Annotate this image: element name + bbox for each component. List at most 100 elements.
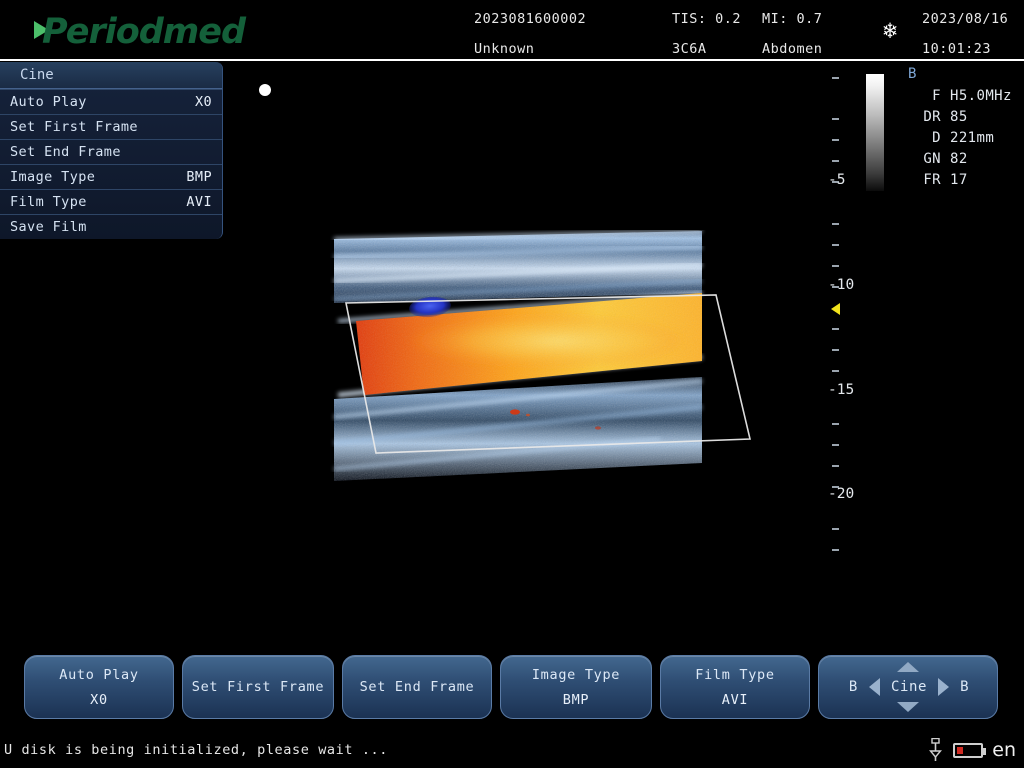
probe-model: 3C6A bbox=[672, 41, 707, 57]
set-first-frame-button[interactable]: Set First Frame bbox=[182, 655, 334, 719]
menu-item-label: Set First Frame bbox=[10, 115, 138, 140]
menu-item-set-end-frame[interactable]: Set End Frame bbox=[0, 139, 222, 164]
param-key: FR bbox=[908, 170, 941, 191]
param-value: H5.0MHz bbox=[950, 86, 1012, 107]
chevron-left-icon[interactable] bbox=[869, 678, 880, 696]
button-label: Image Type bbox=[532, 667, 620, 683]
chevron-up-icon[interactable] bbox=[897, 662, 919, 672]
mi-value: MI: 0.7 bbox=[762, 11, 822, 27]
scale-tick bbox=[832, 265, 839, 267]
header-bar: Periodmed 2023081600002 Unknown TIS: 0.2… bbox=[0, 0, 1024, 60]
scale-tick bbox=[832, 349, 839, 351]
scale-tick bbox=[832, 244, 839, 246]
scale-tick bbox=[832, 444, 839, 446]
grayscale-bar bbox=[866, 74, 884, 191]
param-value: 82 bbox=[950, 149, 968, 170]
menu-item-label: Save Film bbox=[10, 215, 87, 240]
button-label: Set First Frame bbox=[192, 679, 324, 695]
chevron-right-icon[interactable] bbox=[938, 678, 949, 696]
nav-right-mode-label: B bbox=[960, 679, 969, 695]
menu-item-label: Auto Play bbox=[10, 90, 87, 115]
button-value: AVI bbox=[722, 692, 748, 708]
scale-tick bbox=[832, 423, 839, 425]
nav-center-label: Cine bbox=[891, 679, 927, 695]
exam-preset: Abdomen bbox=[762, 41, 822, 57]
imaging-parameter-panel: B F H5.0MHz DR 85 D 221mm GN 82 FR 17 bbox=[908, 66, 1012, 191]
status-message: U disk is being initialized, please wait… bbox=[4, 742, 388, 758]
scale-tick bbox=[832, 160, 839, 162]
image-type-button[interactable]: Image Type BMP bbox=[500, 655, 652, 719]
language-indicator[interactable]: en bbox=[992, 739, 1016, 761]
scale-tick bbox=[832, 370, 839, 372]
param-row: GN 82 bbox=[908, 149, 1012, 170]
menu-item-film-type[interactable]: Film Type AVI bbox=[0, 189, 222, 214]
status-bar: U disk is being initialized, please wait… bbox=[0, 736, 1024, 768]
status-icon-tray: en bbox=[927, 738, 1016, 762]
cine-menu-panel[interactable]: Cine Auto Play X0 Set First Frame Set En… bbox=[0, 62, 223, 239]
param-row: FR 17 bbox=[908, 170, 1012, 191]
chevron-down-icon[interactable] bbox=[897, 702, 919, 712]
menu-item-value: X0 bbox=[195, 90, 212, 115]
depth-scale: -5 -10 -15 -20 bbox=[826, 61, 888, 561]
tis-value: TIS: 0.2 bbox=[672, 11, 741, 27]
scale-tick bbox=[832, 223, 839, 225]
scale-label-20: -20 bbox=[828, 486, 854, 502]
param-row: D 221mm bbox=[908, 128, 1012, 149]
param-value: 85 bbox=[950, 107, 968, 128]
system-date: 2023/08/16 bbox=[922, 11, 1008, 27]
button-label: Set End Frame bbox=[360, 679, 475, 695]
param-key: DR bbox=[908, 107, 941, 128]
patient-id: 2023081600002 bbox=[474, 11, 586, 27]
scale-tick bbox=[832, 118, 839, 120]
scale-tick bbox=[832, 328, 839, 330]
scale-label-5: -5 bbox=[828, 172, 845, 188]
imaging-mode-label: B bbox=[908, 66, 1012, 82]
nav-left-mode-label: B bbox=[849, 679, 858, 695]
menu-item-label: Image Type bbox=[10, 165, 95, 190]
cursor-dot-icon bbox=[259, 84, 271, 96]
scale-tick bbox=[832, 77, 839, 79]
cine-menu-title: Cine bbox=[0, 62, 222, 89]
button-value: X0 bbox=[90, 692, 108, 708]
set-end-frame-button[interactable]: Set End Frame bbox=[342, 655, 492, 719]
scale-label-10: -10 bbox=[828, 277, 854, 293]
param-key: D bbox=[908, 128, 941, 149]
cine-nav-row: B Cine B bbox=[819, 676, 999, 698]
scale-tick bbox=[832, 139, 839, 141]
menu-item-value: AVI bbox=[186, 190, 212, 215]
focus-marker-icon[interactable] bbox=[831, 303, 840, 315]
bmode-doppler-image bbox=[330, 181, 730, 481]
button-value: BMP bbox=[563, 692, 589, 708]
battery-low-icon[interactable] bbox=[953, 743, 983, 758]
menu-item-label: Film Type bbox=[10, 190, 87, 215]
auto-play-button[interactable]: Auto Play X0 bbox=[24, 655, 174, 719]
patient-name: Unknown bbox=[474, 41, 534, 57]
cine-nav-widget[interactable]: B Cine B bbox=[818, 655, 998, 719]
menu-item-set-first-frame[interactable]: Set First Frame bbox=[0, 114, 222, 139]
usb-icon[interactable] bbox=[927, 738, 944, 762]
brand-logo: Periodmed bbox=[34, 12, 245, 52]
logo-text: Periodmed bbox=[42, 12, 245, 52]
param-row: DR 85 bbox=[908, 107, 1012, 128]
menu-item-auto-play[interactable]: Auto Play X0 bbox=[0, 89, 222, 114]
scale-label-15: -15 bbox=[828, 382, 854, 398]
scale-tick bbox=[832, 528, 839, 530]
menu-item-save-film[interactable]: Save Film bbox=[0, 214, 222, 239]
param-key: GN bbox=[908, 149, 941, 170]
scale-tick bbox=[832, 465, 839, 467]
param-key: F bbox=[908, 86, 941, 107]
menu-item-value: BMP bbox=[186, 165, 212, 190]
film-type-button[interactable]: Film Type AVI bbox=[660, 655, 810, 719]
ultrasound-console-screen: Periodmed 2023081600002 Unknown TIS: 0.2… bbox=[0, 0, 1024, 768]
snowflake-icon: ❄ bbox=[878, 20, 902, 44]
battery-fill bbox=[957, 747, 963, 754]
param-value: 17 bbox=[950, 170, 968, 191]
param-value: 221mm bbox=[950, 128, 994, 149]
menu-item-image-type[interactable]: Image Type BMP bbox=[0, 164, 222, 189]
button-label: Auto Play bbox=[59, 667, 138, 683]
system-time: 10:01:23 bbox=[922, 41, 991, 57]
button-label: Film Type bbox=[695, 667, 774, 683]
scale-tick bbox=[832, 549, 839, 551]
menu-item-label: Set End Frame bbox=[10, 140, 121, 165]
bottom-toolbar: Auto Play X0 Set First Frame Set End Fra… bbox=[0, 650, 1024, 728]
